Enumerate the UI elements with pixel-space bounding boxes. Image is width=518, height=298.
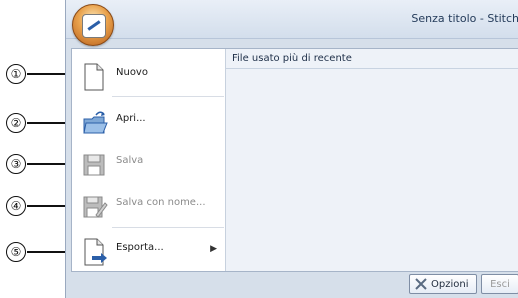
callout-3: ③ <box>0 153 72 175</box>
menu-item-new[interactable]: Nuovo <box>72 55 225 95</box>
exit-label: Esci <box>490 278 510 290</box>
callout-2: ② <box>0 112 72 134</box>
exit-button[interactable]: Esci <box>481 274 518 294</box>
options-button[interactable]: Opzioni <box>409 274 477 294</box>
options-icon <box>415 278 427 290</box>
menu-item-open[interactable]: Apri... <box>72 101 225 141</box>
menu-item-save[interactable]: Salva <box>72 143 225 183</box>
callout-1: ① <box>0 63 72 85</box>
application-menu: Nuovo Apri... Salva Salva con nome... Es… <box>71 48 518 272</box>
application-button[interactable] <box>72 4 114 46</box>
app-logo-icon <box>82 14 106 38</box>
callout-number: ① <box>6 64 26 84</box>
export-icon <box>82 238 107 266</box>
callout-number: ③ <box>6 154 26 174</box>
menu-item-label: Esporta... <box>116 242 164 253</box>
menu-item-export[interactable]: Esporta... ▶ <box>72 230 225 270</box>
menu-item-label: Salva <box>116 155 144 166</box>
menu-item-label: Nuovo <box>116 67 148 78</box>
recent-files-panel: File usato più di recente <box>226 49 518 271</box>
menu-separator <box>112 96 224 97</box>
callout-number: ⑤ <box>6 242 26 262</box>
menu-separator <box>112 227 224 228</box>
title-bar: Senza titolo - Stitch <box>66 0 518 46</box>
submenu-arrow-icon: ▶ <box>210 244 217 254</box>
floppy-disk-icon <box>82 151 106 179</box>
menu-item-save-as[interactable]: Salva con nome... <box>72 185 225 225</box>
window-title: Senza titolo - Stitch <box>411 12 518 25</box>
file-menu-list: Nuovo Apri... Salva Salva con nome... Es… <box>72 49 226 271</box>
options-label: Opzioni <box>431 278 469 290</box>
callout-5: ⑤ <box>0 241 72 263</box>
callout-number: ② <box>6 113 26 133</box>
menu-item-label: Salva con nome... <box>116 197 206 208</box>
app-window: Senza titolo - Stitch Nuovo Apri... Salv… <box>65 0 518 298</box>
save-as-icon <box>82 193 108 221</box>
open-folder-icon <box>82 109 108 137</box>
callout-4: ④ <box>0 195 72 217</box>
callout-number: ④ <box>6 196 26 216</box>
recent-files-title: File usato più di recente <box>226 49 518 69</box>
new-document-icon <box>82 63 106 91</box>
menu-item-label: Apri... <box>116 113 146 124</box>
